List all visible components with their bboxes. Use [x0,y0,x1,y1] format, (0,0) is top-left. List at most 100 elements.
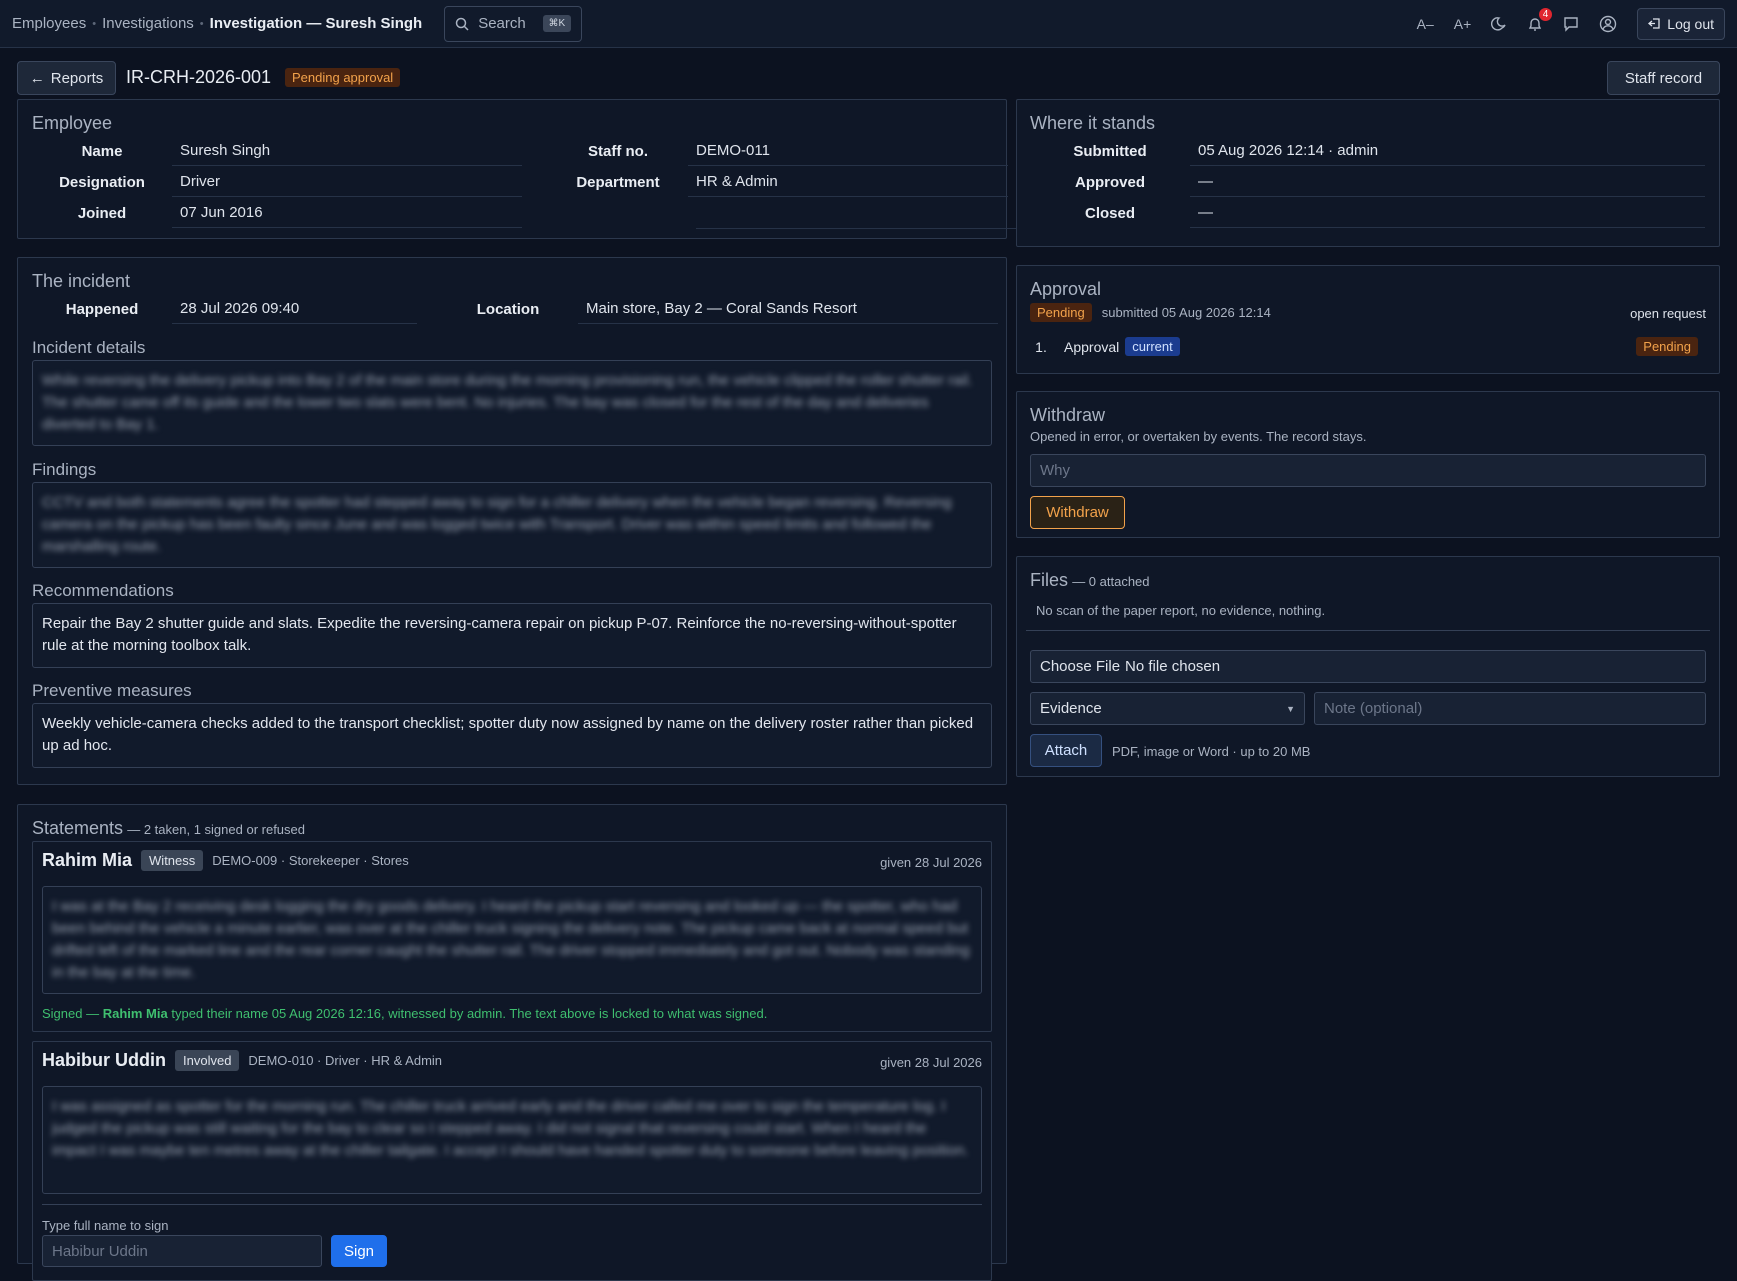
attach-button[interactable]: Attach [1030,734,1102,767]
approval-card-title: Approval [1030,279,1102,299]
search-label: Search [478,15,526,32]
submitted-label: Submitted [1073,142,1147,160]
statement-meta: DEMO-009 · Storekeeper · Stores [212,853,409,868]
signed-suffix: typed their name 05 Aug 2026 12:16, witn… [171,1006,768,1021]
choose-file-button[interactable]: Choose File [1040,658,1120,675]
sign-button[interactable]: Sign [331,1235,387,1267]
logout-icon [1648,18,1660,29]
no-file-chosen: No file chosen [1125,658,1221,675]
withdraw-card-title: Withdraw [1030,405,1106,425]
role-badge: Involved [175,1050,240,1071]
employee-designation-row: Designation Driver [32,167,522,197]
statement-item: Habibur Uddin Involved DEMO-010 · Driver… [32,1041,992,1281]
file-chooser[interactable]: Choose File No file chosen [1030,650,1706,683]
breadcrumb-investigations[interactable]: Investigations [102,15,194,32]
sign-label: Type full name to sign [42,1218,169,1233]
happened-label: Happened [65,300,139,318]
sign-name-placeholder: Habibur Uddin [52,1242,148,1260]
chat-icon [1564,16,1578,32]
designation-label: Designation [59,173,145,191]
incident-details-value: While reversing the delivery pickup into… [42,372,973,433]
approval-submitted: submitted 05 Aug 2026 12:14 [1101,305,1271,320]
joined-value: 07 Jun 2016 [172,198,522,228]
name-label: Name [81,142,123,160]
step-status-badge: Pending [1636,337,1698,356]
back-to-reports-button[interactable]: ← Reports [17,61,116,95]
dark-mode-toggle[interactable] [1491,16,1507,32]
messages-button[interactable] [1563,16,1579,32]
incident-details-label: Incident details [32,338,146,357]
top-bar: Employees • Investigations • Investigati… [0,0,1737,48]
report-id: IR-CRH-2026-001 [126,67,272,87]
notification-count-badge: 4 [1538,7,1553,21]
preventive-label: Preventive measures [32,681,192,700]
approved-row: Approved — [1030,167,1705,197]
font-smaller-button[interactable]: A– [1417,16,1434,32]
toolbar: A– A+ 4 Log out [1417,7,1725,40]
signed-prefix: Signed — [42,1006,100,1021]
divider [42,1204,982,1205]
closed-label: Closed [1084,204,1135,222]
name-value: Suresh Singh [172,136,522,166]
logout-button[interactable]: Log out [1637,7,1725,40]
back-label: Reports [50,69,104,87]
findings-text: CCTV and both statements agree the spott… [32,482,992,568]
search-icon [455,17,469,31]
breadcrumb-current: Investigation — Suresh Singh [209,15,423,32]
breadcrumb-employees[interactable]: Employees [12,15,86,32]
incident-card-title: The incident [32,271,131,291]
withdraw-button[interactable]: Withdraw [1030,496,1125,529]
withdraw-reason-input[interactable]: Why [1030,454,1706,487]
sign-name-input[interactable]: Habibur Uddin [42,1235,322,1267]
statement-header: Rahim Mia Witness DEMO-009 · Storekeeper… [42,850,409,871]
open-request-link[interactable]: open request [1630,306,1706,321]
moon-icon [1491,16,1506,30]
withdraw-reason-placeholder: Why [1040,462,1070,479]
font-larger-button[interactable]: A+ [1454,16,1472,32]
search-shortcut: ⌘K [542,15,572,32]
submitted-row: Submitted 05 Aug 2026 12:14 · admin [1030,136,1705,166]
profile-button[interactable] [1599,15,1617,33]
staff-record-button[interactable]: Staff record [1607,61,1720,95]
status-badge: Pending approval [285,68,401,87]
status-card-title: Where it stands [1030,113,1156,133]
files-title: Files [1030,570,1069,590]
statement-text: I was assigned as spotter for the mornin… [42,1086,982,1194]
preventive-text: Weekly vehicle-camera checks added to th… [32,703,992,768]
department-label: Department [576,173,660,191]
file-type-select[interactable]: Evidence ▼ [1030,692,1305,725]
status-card: Where it stands Submitted 05 Aug 2026 12… [1016,99,1720,247]
files-empty-text: No scan of the paper report, no evidence… [1036,603,1326,618]
approval-status-badge: Pending [1030,303,1092,322]
file-type-value: Evidence [1040,700,1102,717]
designation-value: Driver [172,167,522,197]
employee-card-title: Employee [32,113,113,133]
approval-card: Approval Pending submitted 05 Aug 2026 1… [1016,265,1720,374]
employee-name-row: Name Suresh Singh [32,136,522,166]
file-hint: PDF, image or Word · up to 20 MB [1112,744,1311,759]
search-button[interactable]: Search ⌘K [444,5,583,42]
statements-card: Statements — 2 taken, 1 signed or refuse… [17,804,1007,1281]
statement-given-date: given 28 Jul 2026 [880,855,982,870]
employee-joined-row: Joined 07 Jun 2016 [32,198,522,228]
breadcrumb: Employees • Investigations • Investigati… [12,15,422,32]
file-note-input[interactable]: Note (optional) [1314,692,1706,725]
divider [1026,630,1710,631]
role-badge: Witness [141,850,204,871]
breadcrumb-separator: • [199,17,204,30]
statement-meta: DEMO-010 · Driver · HR & Admin [248,1053,443,1068]
signed-name: Rahim Mia [102,1006,168,1021]
arrow-left-icon: ← [29,69,45,87]
withdraw-description: Opened in error, or overtaken by events.… [1030,429,1367,444]
closed-row: Closed — [1030,198,1705,228]
approved-label: Approved [1074,173,1145,191]
statements-summary: — 2 taken, 1 signed or refused [127,822,305,837]
step-current-badge: current [1125,337,1180,356]
department-value: HR & Admin [688,167,1008,197]
statement-name: Rahim Mia [42,850,133,870]
incident-card: The incident Happened 28 Jul 2026 09:40 … [17,257,1007,785]
notifications-button[interactable]: 4 [1527,7,1553,32]
approved-value: — [1190,167,1705,197]
findings-value: CCTV and both statements agree the spott… [42,494,952,555]
location-value: Main store, Bay 2 — Coral Sands Resort [578,294,998,324]
